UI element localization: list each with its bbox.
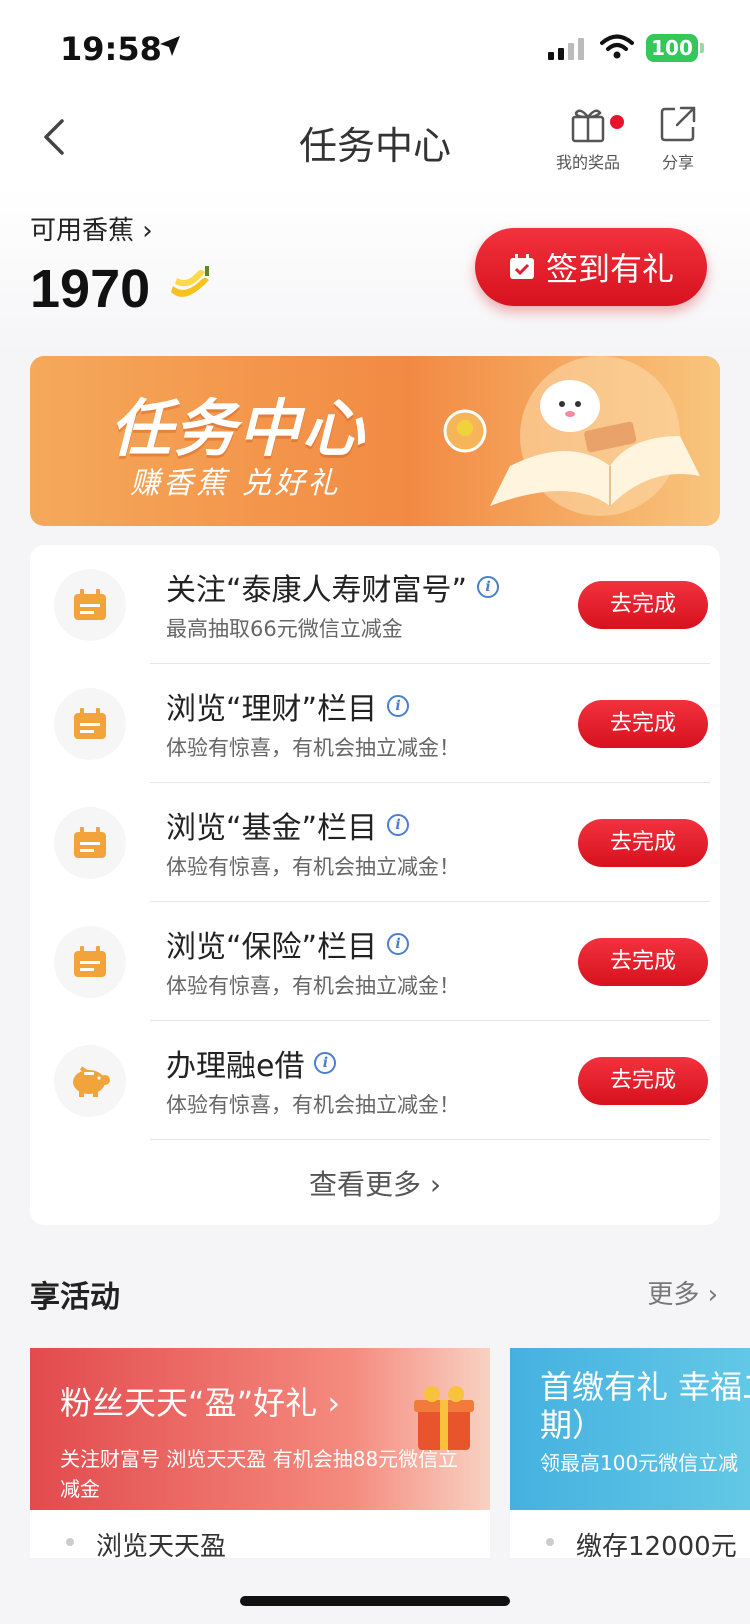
my-prizes-button[interactable]: 我的奖品 xyxy=(548,105,628,173)
activity-card[interactable]: 首缴有礼 幸福二期） 领最高100元微信立减 缴存12000元 xyxy=(510,1348,750,1558)
banner-title: 任务中心 xyxy=(110,392,367,465)
task-desc: 体验有惊喜，有机会抽立减金！ xyxy=(166,1093,460,1117)
task-complete-button[interactable]: 去完成 xyxy=(578,581,708,629)
my-prizes-label: 我的奖品 xyxy=(555,153,620,172)
checkin-label: 签到有礼 xyxy=(545,250,674,288)
piggy-bank-icon xyxy=(54,1045,126,1117)
activity-title: 首缴有礼 幸福二期） xyxy=(540,1368,750,1444)
view-more-tasks-link[interactable]: 查看更多 › xyxy=(30,1163,720,1203)
divider xyxy=(150,1139,710,1140)
info-icon[interactable]: i xyxy=(387,695,410,717)
location-arrow-icon xyxy=(160,36,180,56)
banner-subtitle: 赚香蕉 兑好礼 xyxy=(130,466,341,501)
battery-indicator: 100 xyxy=(646,34,698,62)
task-complete-button[interactable]: 去完成 xyxy=(578,938,708,986)
task-desc: 最高抽取66元微信立减金 xyxy=(166,617,403,641)
activity-footer: 缴存12000元 xyxy=(576,1532,737,1558)
checkin-button[interactable]: 签到有礼 xyxy=(475,228,707,306)
activity-desc: 领最高100元微信立减 xyxy=(540,1451,739,1475)
task-row: 关注“泰康人寿财富号” i 最高抽取66元微信立减金 去完成 xyxy=(30,545,720,664)
task-row: 浏览“保险”栏目 i 体验有惊喜，有机会抽立减金！ 去完成 xyxy=(30,902,720,1021)
task-title: 关注“泰康人寿财富号” i xyxy=(166,565,500,609)
activities-title: 享活动 xyxy=(30,1280,120,1315)
task-complete-button[interactable]: 去完成 xyxy=(578,819,708,867)
balance-label[interactable]: 可用香蕉 › xyxy=(30,210,153,247)
task-complete-button[interactable]: 去完成 xyxy=(578,700,708,748)
activity-desc: 关注财富号 浏览天天盈 有机会抽88元微信立减金 xyxy=(60,1447,459,1501)
info-icon[interactable]: i xyxy=(477,576,500,598)
task-title: 办理融e借 i xyxy=(166,1041,337,1085)
calendar-icon xyxy=(54,688,126,760)
banana-icon xyxy=(171,266,209,297)
calendar-icon xyxy=(54,807,126,879)
task-row: 浏览“基金”栏目 i 体验有惊喜，有机会抽立减金！ 去完成 xyxy=(30,783,720,902)
share-icon xyxy=(660,106,696,142)
task-title: 浏览“理财”栏目 i xyxy=(166,684,410,728)
activity-header: 粉丝天天“盈”好礼 › 关注财富号 浏览天天盈 有机会抽88元微信立减金 xyxy=(30,1348,490,1510)
task-title: 浏览“基金”栏目 i xyxy=(166,803,410,847)
balance-value: 1970 xyxy=(30,259,151,319)
task-title: 浏览“保险”栏目 i xyxy=(166,922,410,966)
info-icon[interactable]: i xyxy=(314,1052,337,1074)
timeline-dot xyxy=(66,1538,74,1546)
share-label: 分享 xyxy=(661,153,694,172)
task-complete-button[interactable]: 去完成 xyxy=(578,1057,708,1105)
nav-bar: 任务中心 我的奖品 分享 xyxy=(0,95,750,185)
mascot-book-illustration xyxy=(443,356,700,516)
info-icon[interactable]: i xyxy=(387,814,410,836)
activity-card[interactable]: 粉丝天天“盈”好礼 › 关注财富号 浏览天天盈 有机会抽88元微信立减金 浏览天… xyxy=(30,1348,490,1558)
task-row: 办理融e借 i 体验有惊喜，有机会抽立减金！ 去完成 xyxy=(30,1021,720,1140)
task-row: 浏览“理财”栏目 i 体验有惊喜，有机会抽立减金！ 去完成 xyxy=(30,664,720,783)
signal-icon xyxy=(548,38,584,60)
wifi-icon xyxy=(600,34,634,59)
page-title: 任务中心 xyxy=(298,124,451,168)
task-desc: 体验有惊喜，有机会抽立减金！ xyxy=(166,855,460,879)
status-bar: 19:58 100 xyxy=(0,0,750,95)
share-button[interactable]: 分享 xyxy=(648,105,708,173)
task-list: 关注“泰康人寿财富号” i 最高抽取66元微信立减金 去完成 浏览“理财”栏目 i … xyxy=(30,545,720,1225)
notification-dot xyxy=(610,115,624,129)
task-center-banner[interactable]: 任务中心 赚香蕉 兑好礼 xyxy=(30,356,720,526)
task-desc: 体验有惊喜，有机会抽立减金！ xyxy=(166,736,460,760)
task-desc: 体验有惊喜，有机会抽立减金！ xyxy=(166,974,460,998)
timeline-dot xyxy=(546,1538,554,1546)
battery-tip xyxy=(700,43,704,53)
home-indicator[interactable] xyxy=(240,1596,510,1606)
activity-header: 首缴有礼 幸福二期） 领最高100元微信立减 xyxy=(510,1348,750,1510)
status-time: 19:58 xyxy=(60,30,162,68)
calendar-icon xyxy=(54,926,126,998)
activities-more-link[interactable]: 更多 › xyxy=(647,1274,718,1311)
calendar-check-icon xyxy=(509,254,534,279)
activity-title: 粉丝天天“盈”好礼 › xyxy=(60,1384,341,1422)
gift-icon xyxy=(571,109,605,143)
gift-box-illustration xyxy=(414,1386,474,1450)
info-icon[interactable]: i xyxy=(387,933,410,955)
activity-footer: 浏览天天盈 xyxy=(96,1532,227,1558)
calendar-icon xyxy=(54,569,126,641)
